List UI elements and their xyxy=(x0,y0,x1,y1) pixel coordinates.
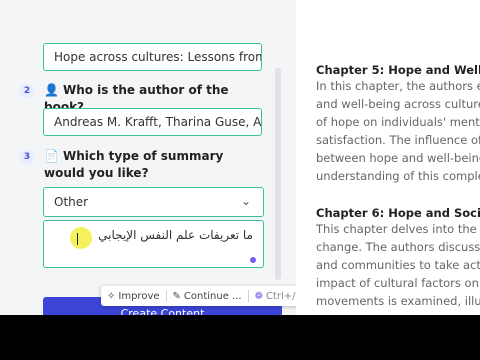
question-number-badge: 2 xyxy=(20,84,34,98)
chapter-text-line: This chapter delves into the rol xyxy=(316,222,480,236)
chapter-text-line: between hope and well-being i xyxy=(316,151,480,165)
document-icon: 📄 xyxy=(44,149,59,163)
form-scrollbar[interactable] xyxy=(275,68,281,280)
chapter-section: Chapter 5: Hope and Well-bein In this ch… xyxy=(316,63,480,185)
shortcut-label: Ctrl+/ xyxy=(265,290,296,302)
improve-button[interactable]: ✧ Improve xyxy=(101,291,166,302)
chapter-text-line: and well-being across cultures xyxy=(316,97,480,111)
text-cursor-icon xyxy=(77,233,84,245)
chapter-text-line: impact of cultural factors on co xyxy=(316,276,480,290)
chapter-text-line: understanding of this complex xyxy=(316,169,480,183)
chevron-down-icon: ⌄ xyxy=(240,194,251,208)
chapter-text-line: satisfaction. The influence of c xyxy=(316,133,480,147)
sparkle-icon: ✧ xyxy=(107,290,116,302)
chapter-text-line: of hope on individuals' mental h xyxy=(316,115,480,129)
improve-label: Improve xyxy=(118,290,160,302)
ai-logo-icon: ❁ xyxy=(254,290,263,302)
person-icon: 👤 xyxy=(44,83,59,97)
continue-label: Continue ... xyxy=(183,290,242,302)
select-value: Other xyxy=(54,195,89,209)
ai-toolbar: ✧ Improve ✎ Continue ... ❁ Ctrl+/ xyxy=(101,286,312,306)
shortcut-hint: ❁ Ctrl+/ xyxy=(249,291,302,302)
chapter-section: Chapter 6: Hope and Social Ch This chapt… xyxy=(316,206,480,310)
form-panel: Hope across cultures: Lessons from t 2 👤… xyxy=(0,0,312,315)
pen-icon: ✎ xyxy=(172,290,181,302)
continue-button[interactable]: ✎ Continue ... xyxy=(167,291,248,302)
textarea-value: ما تعريفات علم النفس الإيجابي xyxy=(98,228,253,242)
chapter-text-line: movements is examined, illustr xyxy=(316,294,480,308)
app-screen: Hope across cultures: Lessons from t 2 👤… xyxy=(0,0,480,315)
chapter-text-line: In this chapter, the authors exp xyxy=(316,79,480,93)
chapter-title: Chapter 6: Hope and Social Ch xyxy=(316,206,480,220)
chapter-text-line: change. The authors discuss h xyxy=(316,240,480,254)
author-field[interactable]: Andreas M. Krafft, Tharina Guse, Aler xyxy=(43,108,262,136)
question-text: Which type of summary would you like? xyxy=(44,149,224,180)
book-title-field[interactable]: Hope across cultures: Lessons from t xyxy=(43,43,262,71)
question-number-badge: 3 xyxy=(20,150,34,164)
chapter-title: Chapter 5: Hope and Well-bein xyxy=(316,63,480,77)
summary-type-select[interactable]: Other ⌄ xyxy=(43,187,264,217)
chapter-text-line: and communities to take actio xyxy=(316,258,480,272)
question-summary-type-label: 📄 Which type of summary would you like? xyxy=(44,148,264,182)
assistant-indicator-icon xyxy=(250,257,256,263)
